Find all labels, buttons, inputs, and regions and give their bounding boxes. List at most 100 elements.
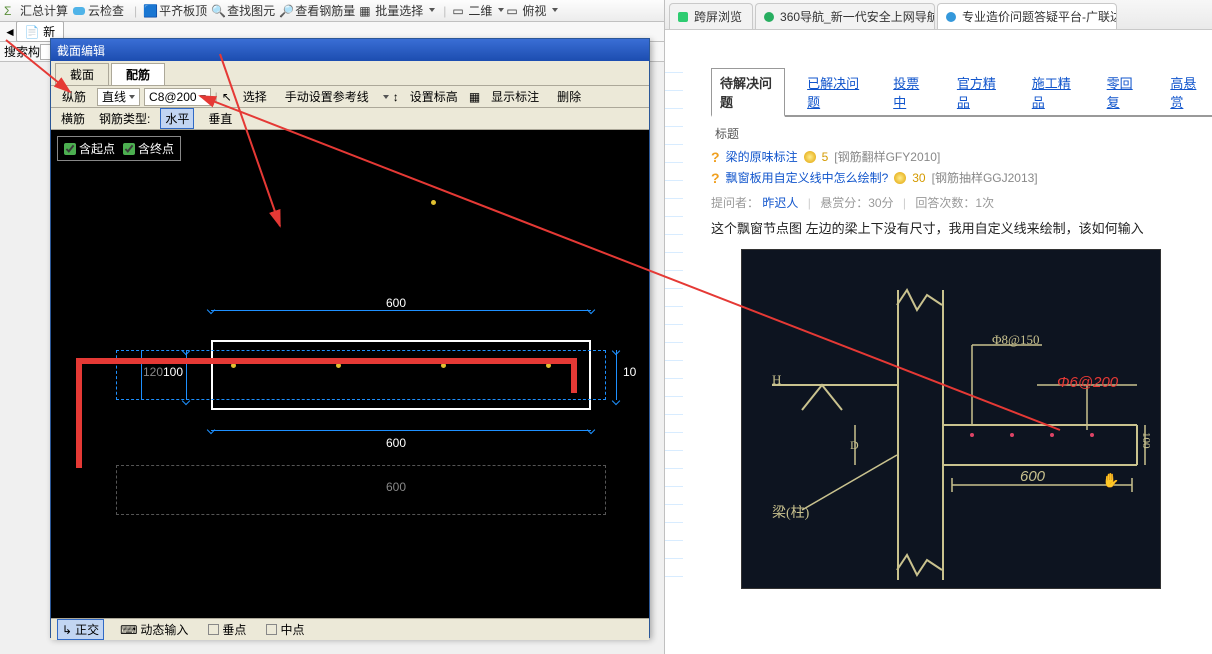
btn-longitudinal[interactable]: 纵筋 — [55, 86, 93, 107]
align-icon: 🟦 — [143, 4, 157, 18]
toolbar-find-element[interactable]: 查找图元 — [227, 2, 275, 19]
red-annotation-h — [76, 358, 576, 364]
dim-600-top: 600 — [386, 296, 406, 310]
tab-rebar[interactable]: 配筋 — [111, 63, 165, 85]
editor-toolbar: 纵筋 直线 C8@200 | ↖ 选择 手动设置参考线 ↕ 设置标高 ▦ 显示标… — [51, 86, 649, 108]
label-beam: 梁(柱) — [772, 502, 809, 522]
ntab-voting[interactable]: 投票中 — [885, 69, 935, 115]
browser-tab-0[interactable]: 跨屏浏览 — [669, 3, 753, 29]
elev-icon: ↕ — [393, 90, 399, 104]
endpoint-checkboxes: 含起点 含终点 — [57, 136, 181, 161]
ntab-highreward[interactable]: 高悬赏 — [1162, 69, 1212, 115]
btn-delete[interactable]: 删除 — [550, 86, 588, 107]
ntab-noreply[interactable]: 零回复 — [1099, 69, 1149, 115]
favicon-2 — [944, 10, 958, 24]
question-meta: 提问者： 昨迟人 | 悬赏分：30分 | 回答次数：1次 — [711, 194, 1212, 211]
coin-icon — [894, 172, 906, 184]
favicon-0 — [676, 10, 690, 24]
dim-100-right: 10 — [623, 365, 636, 379]
editor-tabs: 截面 配筋 — [51, 61, 649, 86]
chk-include-start[interactable]: 含起点 — [64, 140, 115, 157]
sel-rebar-spec[interactable]: C8@200 — [144, 88, 211, 106]
batch-select-icon: ▦ — [359, 4, 373, 18]
opt-transverse[interactable]: 横筋 — [57, 109, 89, 128]
dim-600-bottom: 600 — [386, 436, 406, 450]
btn-select[interactable]: 选择 — [236, 86, 274, 107]
ntab-solved[interactable]: 已解决问题 — [799, 69, 871, 115]
sigma-icon: Σ — [4, 4, 18, 18]
label-100: 100 — [1140, 432, 1152, 449]
toolbar-view-rebar[interactable]: 查看钢筋量 — [295, 2, 355, 19]
btn-manual-ref[interactable]: 手动设置参考线 — [278, 86, 376, 107]
tab-section[interactable]: 截面 — [55, 63, 109, 85]
sb-perp[interactable]: 垂点 — [204, 620, 250, 639]
editor-statusbar: ↳ 正交 ⌨ 动态输入 垂点 中点 — [51, 618, 649, 640]
browser-tab-2[interactable]: 专业造价问题答疑平台-广联达服 × — [937, 3, 1117, 29]
toolbar-2d[interactable]: 二维 — [468, 2, 492, 19]
sb-dyn-input[interactable]: ⌨ 动态输入 — [116, 620, 192, 639]
dashed-beam-rect-lower — [116, 465, 606, 515]
toolbar-align-slab[interactable]: 平齐板顶 — [159, 2, 207, 19]
toolbar-batch-select[interactable]: 批量选择 — [375, 2, 423, 19]
opt-horizontal[interactable]: 水平 — [160, 108, 194, 129]
question-link-0[interactable]: 梁的原味标注 — [726, 148, 798, 165]
label-600: 600 — [1020, 468, 1045, 485]
ntab-construction[interactable]: 施工精品 — [1024, 69, 1085, 115]
editor-title: 截面编辑 — [57, 42, 105, 59]
red-annotation-end — [571, 358, 577, 393]
search-label: 搜索构 — [4, 43, 40, 60]
browser-tabbar: 跨屏浏览 360导航_新一代安全上网导航 × 专业造价问题答疑平台-广联达服 × — [665, 0, 1212, 30]
tag-1: [钢筋抽样GGJ2013] — [932, 169, 1038, 186]
attached-photo[interactable]: ✋ H Φ8@150 Φ6@200 600 100 D 梁(柱) — [741, 249, 1161, 589]
find-icon: 🔍 — [211, 4, 225, 18]
question-body: 这个飘窗节点图 左边的梁上下没有尺寸，我用自定义线来绘制，该如何输入 — [711, 219, 1212, 239]
sb-ortho[interactable]: ↳ 正交 — [57, 619, 104, 640]
side-marker — [665, 72, 683, 592]
chk-include-end[interactable]: 含终点 — [123, 140, 174, 157]
drawing-canvas[interactable]: 含起点 含终点 600 120 100 10 — [51, 130, 649, 618]
toolbar-topview[interactable]: 俯视 — [522, 2, 546, 19]
question-row-0: ? 梁的原味标注 5 [钢筋翻样GFY2010] — [711, 148, 1212, 165]
svg-text:Σ: Σ — [4, 4, 11, 18]
forum-nav-tabs: 待解决问题 已解决问题 投票中 官方精品 施工精品 零回复 高悬赏 — [711, 68, 1212, 117]
sb-mid[interactable]: 中点 — [262, 620, 308, 639]
favicon-1 — [762, 10, 776, 24]
editor-titlebar[interactable]: 截面编辑 — [51, 39, 649, 61]
rebar-qty-icon: 🔎 — [279, 4, 293, 18]
dim-line-bottom — [211, 430, 591, 431]
coin-icon — [804, 151, 816, 163]
dim-120: 120 — [143, 365, 163, 379]
sel-line-type[interactable]: 直线 — [97, 88, 140, 106]
view2d-icon: ▭ — [452, 4, 466, 18]
ntab-pending[interactable]: 待解决问题 — [711, 68, 785, 117]
opt-vertical[interactable]: 垂直 — [204, 109, 236, 128]
red-annotation-v — [76, 358, 82, 468]
question-icon: ? — [711, 149, 720, 165]
question-row-1: ? 飘窗板用自定义线中怎么绘制? 30 [钢筋抽样GGJ2013] — [711, 169, 1212, 186]
chevron-left-icon[interactable]: ◄ — [4, 25, 16, 39]
orient-icon: ▭ — [506, 4, 520, 18]
browser-pane: 跨屏浏览 360导航_新一代安全上网导航 × 专业造价问题答疑平台-广联达服 ×… — [665, 0, 1212, 654]
btn-show-annot[interactable]: 显示标注 — [484, 86, 546, 107]
tag-0: [钢筋翻样GFY2010] — [834, 148, 940, 165]
question-link-1[interactable]: 飘窗板用自定义线中怎么绘制? — [726, 169, 889, 186]
dim-line-top — [211, 310, 591, 311]
label-phi6: Φ6@200 — [1057, 374, 1118, 391]
svg-text:✋: ✋ — [1102, 472, 1119, 488]
cloud-check-icon — [72, 4, 86, 18]
btn-set-elev[interactable]: 设置标高 — [403, 86, 465, 107]
toolbar-cloud-check[interactable]: 云检查 — [88, 2, 124, 19]
forum-page: 待解决问题 已解决问题 投票中 官方精品 施工精品 零回复 高悬赏 标题 ? 梁… — [665, 30, 1212, 589]
reward-0: 5 — [822, 150, 829, 164]
label-D: D — [850, 438, 859, 453]
column-title: 标题 — [715, 125, 1212, 142]
browser-tab-1[interactable]: 360导航_新一代安全上网导航 × — [755, 3, 935, 29]
toolbar-sum-calc[interactable]: 汇总计算 — [20, 2, 68, 19]
label-phi8: Φ8@150 — [992, 332, 1039, 348]
ntab-official[interactable]: 官方精品 — [949, 69, 1010, 115]
rebar-type-label: 钢筋类型: — [99, 110, 150, 127]
asker-link[interactable]: 昨迟人 — [762, 196, 798, 210]
annot-icon: ▦ — [469, 90, 480, 104]
dim-100-left: 100 — [163, 365, 183, 379]
main-toolbar: Σ 汇总计算 云检查 | 🟦 平齐板顶 🔍 查找图元 🔎 查看钢筋量 ▦ 批量选… — [0, 0, 664, 22]
